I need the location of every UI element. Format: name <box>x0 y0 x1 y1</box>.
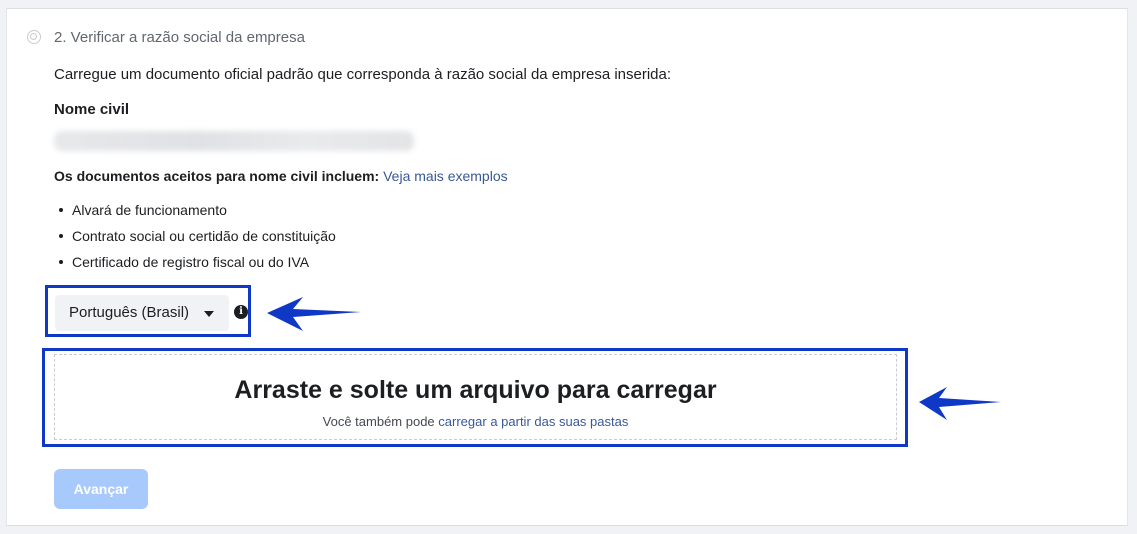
list-item: Alvará de funcionamento <box>54 202 336 228</box>
civil-name-label: Nome civil <box>54 101 130 118</box>
accepted-docs-heading-text: Os documentos aceitos para nome civil in… <box>54 168 380 184</box>
browse-folders-link[interactable]: carregar a partir das suas pastas <box>438 414 628 429</box>
info-icon[interactable]: i <box>234 305 248 319</box>
see-more-examples-link[interactable]: Veja mais exemplos <box>383 168 508 184</box>
verification-card: 2. Verificar a razão social da empresa C… <box>6 8 1128 526</box>
list-item: Certificado de registro fiscal ou do IVA <box>54 254 336 280</box>
language-select[interactable]: Português (Brasil) <box>55 295 229 331</box>
step-instructions: Carregue um documento oficial padrão que… <box>54 66 672 83</box>
file-dropzone[interactable]: Arraste e solte um arquivo para carregar… <box>54 354 897 440</box>
list-item: Contrato social ou certidão de constitui… <box>54 228 336 254</box>
dropzone-subtitle: Você também pode carregar a partir das s… <box>55 414 896 429</box>
next-button[interactable]: Avançar <box>54 469 148 509</box>
accepted-docs-list: Alvará de funcionamento Contrato social … <box>54 202 336 280</box>
step-title: 2. Verificar a razão social da empresa <box>54 29 305 46</box>
civil-name-value-redacted <box>54 131 414 151</box>
chevron-down-icon <box>204 311 214 317</box>
language-select-value: Português (Brasil) <box>69 304 190 321</box>
arrow-left-icon <box>267 297 361 331</box>
dropzone-title: Arraste e solte um arquivo para carregar <box>234 376 717 404</box>
accepted-docs-heading: Os documentos aceitos para nome civil in… <box>54 168 508 184</box>
arrow-left-icon <box>919 387 1001 420</box>
step-radio-icon <box>27 30 41 44</box>
dropzone-subtitle-text: Você também pode <box>322 414 435 429</box>
